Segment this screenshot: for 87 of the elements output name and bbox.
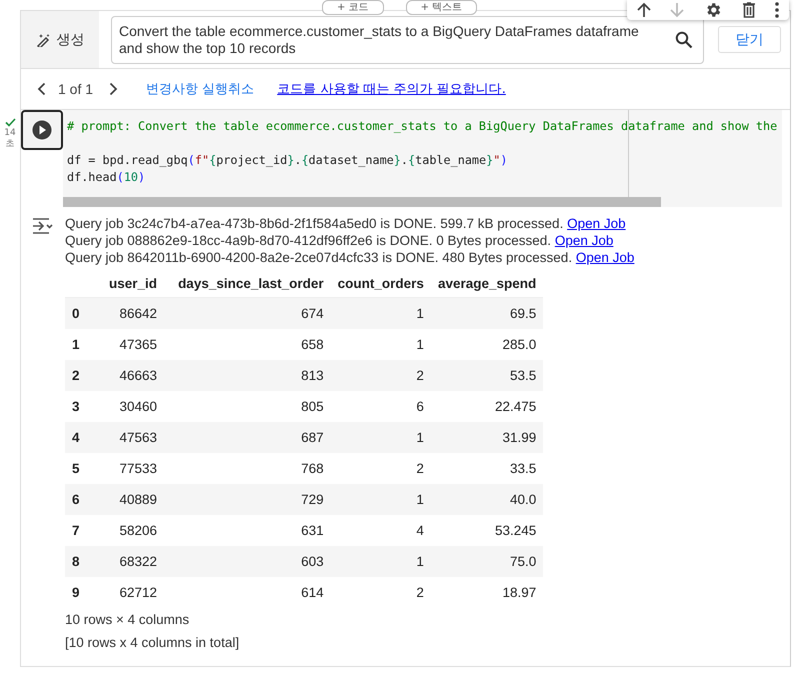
run-time: 14 bbox=[4, 128, 16, 139]
table-cell: 33.5 bbox=[510, 461, 536, 476]
column-header: average_spend bbox=[438, 276, 536, 291]
table-cell: 687 bbox=[301, 430, 324, 445]
log-line: Query job 088862e9-18cc-4a9b-8d70-412df96ff2e6 is DONE. 0 Bytes processed. bbox=[65, 233, 552, 248]
play-icon bbox=[32, 120, 52, 140]
row-index: 9 bbox=[72, 585, 80, 600]
table-cell: 674 bbox=[301, 306, 324, 321]
row-index: 1 bbox=[72, 337, 80, 352]
run-button[interactable] bbox=[21, 110, 63, 150]
code-line: df = bpd.read_gbq(f"{project_id}.{dataset_name}.{table_name}") bbox=[67, 153, 508, 167]
column-header: user_id bbox=[109, 276, 158, 291]
next-icon[interactable] bbox=[109, 82, 118, 96]
open-job-link[interactable]: Open Job bbox=[567, 216, 626, 231]
table-cell: 22.475 bbox=[494, 399, 536, 414]
table-cell: 1 bbox=[416, 306, 424, 321]
column-header: count_orders bbox=[338, 276, 424, 291]
table-summary: 10 rows × 4 columns bbox=[65, 611, 190, 629]
table-cell: 631 bbox=[301, 523, 324, 538]
log-line: Query job 8642011b-6900-4200-8a2e-2ce07d4cfc33 is DONE. 480 Bytes processed. bbox=[65, 250, 572, 265]
table-cell: 68322 bbox=[120, 554, 158, 569]
caution-link[interactable]: 코드를 사용할 때는 주의가 필요합니다. bbox=[277, 80, 506, 98]
table-summary: [10 rows x 4 columns in total] bbox=[65, 634, 240, 652]
table-cell: 53.5 bbox=[510, 368, 536, 383]
table-cell: 285.0 bbox=[502, 337, 536, 352]
table-cell: 69.5 bbox=[510, 306, 536, 321]
table-cell: 86642 bbox=[120, 306, 158, 321]
table-cell: 2 bbox=[416, 585, 424, 600]
row-index: 6 bbox=[72, 492, 80, 507]
scrollbar[interactable] bbox=[63, 197, 661, 207]
table-cell: 1 bbox=[416, 554, 424, 569]
table-cell: 1 bbox=[416, 492, 424, 507]
row-index: 0 bbox=[72, 306, 80, 321]
table-cell: 46663 bbox=[120, 368, 158, 383]
table-cell: 614 bbox=[301, 585, 324, 600]
delete-icon[interactable] bbox=[742, 2, 756, 18]
table-cell: 18.97 bbox=[502, 585, 536, 600]
row-index: 4 bbox=[72, 430, 80, 445]
table-cell: 53.245 bbox=[494, 523, 536, 538]
previous-icon[interactable] bbox=[37, 82, 46, 96]
table-cell: 603 bbox=[301, 554, 324, 569]
row-index: 8 bbox=[72, 554, 80, 569]
row-index: 3 bbox=[72, 399, 80, 414]
table-cell: 2 bbox=[416, 368, 424, 383]
open-job-link[interactable]: Open Job bbox=[576, 250, 634, 265]
more-icon[interactable] bbox=[775, 2, 780, 18]
table-cell: 813 bbox=[301, 368, 324, 383]
magic-wand-icon bbox=[36, 32, 52, 46]
code-editor[interactable]: # prompt: Convert the table ecommerce.customer_stats to a BigQuery DataFrames dataframe and show the df = bpd.read_gbq(f"{project_id}.{dataset_name}.{table_name}") df.head(10) bbox=[63, 110, 782, 207]
undo-link[interactable]: 변경사항 실행취소 bbox=[146, 80, 254, 98]
code-line: df.head(10) bbox=[67, 170, 146, 184]
table-cell: 40889 bbox=[120, 492, 158, 507]
table-cell: 1 bbox=[416, 430, 424, 445]
table-cell: 2 bbox=[416, 461, 424, 476]
prompt-field[interactable]: Convert the table ecommerce.customer_stats to a BigQuery DataFrames dataframe and show the top 10 records bbox=[111, 16, 704, 64]
generate-text: 생성 bbox=[56, 30, 84, 48]
code-line: # prompt: Convert the table ecommerce.customer_stats to a BigQuery DataFrames dataframe and show the bbox=[67, 119, 778, 133]
row-index: 2 bbox=[72, 368, 80, 383]
table-cell: 75.0 bbox=[510, 554, 536, 569]
column-header: days_since_last_order bbox=[178, 276, 324, 291]
open-job-link[interactable]: Open Job bbox=[554, 233, 614, 248]
run-time-unit: 초 bbox=[6, 139, 14, 150]
table-cell: 658 bbox=[301, 337, 324, 352]
table-cell: 805 bbox=[301, 399, 324, 414]
table-cell: 4 bbox=[416, 523, 424, 538]
close-button[interactable]: 닫기 bbox=[718, 26, 781, 53]
log-line: Query job 3c24c7b4-a7ea-473b-8b6d-2f1f584a5ed0 is DONE. 599.7 kB processed. bbox=[65, 216, 564, 231]
table-cell: 47563 bbox=[120, 430, 158, 445]
table-cell: 30460 bbox=[120, 399, 158, 414]
row-index: 7 bbox=[72, 523, 80, 538]
up-arrow-icon[interactable] bbox=[636, 2, 651, 18]
output-toggle-icon[interactable] bbox=[32, 217, 54, 235]
table-cell: 1 bbox=[416, 337, 424, 352]
insert-button[interactable]: + 텍스트 bbox=[406, 0, 478, 15]
table-cell: 768 bbox=[301, 461, 324, 476]
row-index: 5 bbox=[72, 461, 80, 476]
table-cell: 62712 bbox=[120, 585, 158, 600]
insert-button[interactable]: + 코드 bbox=[322, 0, 384, 15]
table-cell: 47365 bbox=[120, 337, 158, 352]
table-cell: 31.99 bbox=[502, 430, 536, 445]
table-cell: 40.0 bbox=[510, 492, 536, 507]
page-indicator: 1 of 1 bbox=[58, 81, 94, 97]
table-cell: 729 bbox=[301, 492, 324, 507]
search-icon[interactable] bbox=[675, 30, 693, 48]
table-cell: 58206 bbox=[120, 523, 158, 538]
table-cell: 6 bbox=[416, 399, 424, 414]
table-cell: 77533 bbox=[120, 461, 158, 476]
